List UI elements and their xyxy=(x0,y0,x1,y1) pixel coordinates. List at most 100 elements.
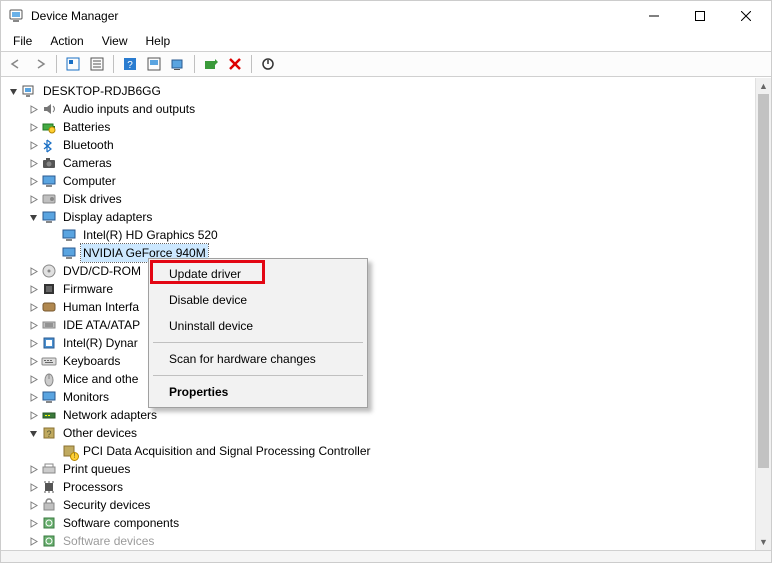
tree-category-cameras[interactable]: Cameras xyxy=(5,154,755,172)
firmware-icon xyxy=(41,281,57,297)
help-button[interactable]: ? xyxy=(119,54,141,74)
toolbar-separator xyxy=(56,55,57,73)
tree-item-label: Software devices xyxy=(61,532,156,550)
tree-category-mice[interactable]: Mice and othe xyxy=(5,370,755,388)
expander-icon[interactable] xyxy=(27,355,39,367)
other-icon: ? xyxy=(41,425,57,441)
tree-category-audio[interactable]: Audio inputs and outputs xyxy=(5,100,755,118)
properties-button[interactable] xyxy=(86,54,108,74)
back-button[interactable] xyxy=(5,54,27,74)
tree-item-label: Processors xyxy=(61,478,125,496)
menu-help[interactable]: Help xyxy=(138,32,179,50)
expander-icon[interactable] xyxy=(27,193,39,205)
display-icon xyxy=(41,209,57,225)
context-properties[interactable]: Properties xyxy=(151,379,365,405)
expander-icon[interactable] xyxy=(27,499,39,511)
expander-icon[interactable] xyxy=(27,175,39,187)
tree-category-bluetooth[interactable]: Bluetooth xyxy=(5,136,755,154)
maximize-button[interactable] xyxy=(677,1,723,31)
expander-icon[interactable] xyxy=(27,535,39,547)
tree-device[interactable]: NVIDIA GeForce 940M xyxy=(5,244,755,262)
horizontal-scrollbar[interactable] xyxy=(1,550,771,562)
batteries-icon xyxy=(41,119,57,135)
window-title: Device Manager xyxy=(31,9,631,23)
tree-category-keyboards[interactable]: Keyboards xyxy=(5,352,755,370)
scan-hardware-button[interactable] xyxy=(167,54,189,74)
expander-icon[interactable] xyxy=(27,427,39,439)
tree-category-security[interactable]: Security devices xyxy=(5,496,755,514)
tree-category-processors[interactable]: Processors xyxy=(5,478,755,496)
expander-icon[interactable] xyxy=(27,409,39,421)
tree-category-computer[interactable]: Computer xyxy=(5,172,755,190)
tree-device[interactable]: Intel(R) HD Graphics 520 xyxy=(5,226,755,244)
expander-icon[interactable] xyxy=(27,319,39,331)
context-uninstall[interactable]: Uninstall device xyxy=(151,313,365,339)
tree-category-printq[interactable]: Print queues xyxy=(5,460,755,478)
tree-category-hid[interactable]: Human Interfa xyxy=(5,298,755,316)
tree-item-label: Display adapters xyxy=(61,208,154,226)
context-update[interactable]: Update driver xyxy=(151,261,365,287)
expander-icon[interactable] xyxy=(27,103,39,115)
tree-device[interactable]: !PCI Data Acquisition and Signal Process… xyxy=(5,442,755,460)
content-area: DESKTOP-RDJB6GGAudio inputs and outputsB… xyxy=(1,77,771,550)
expander-icon[interactable] xyxy=(7,85,19,97)
expander-icon[interactable] xyxy=(27,373,39,385)
tree-root[interactable]: DESKTOP-RDJB6GG xyxy=(5,82,755,100)
minimize-button[interactable] xyxy=(631,1,677,31)
scroll-thumb[interactable] xyxy=(758,94,769,468)
uninstall-button[interactable] xyxy=(224,54,246,74)
ide-icon xyxy=(41,317,57,333)
tree-category-dvd[interactable]: DVD/CD-ROM xyxy=(5,262,755,280)
expander-icon[interactable] xyxy=(27,337,39,349)
tree-category-monitors[interactable]: Monitors xyxy=(5,388,755,406)
display_child-icon xyxy=(61,245,77,261)
vertical-scrollbar[interactable]: ▲ ▼ xyxy=(755,78,771,550)
expander-icon[interactable] xyxy=(27,517,39,529)
dvd-icon xyxy=(41,263,57,279)
expander-icon[interactable] xyxy=(27,463,39,475)
tree-category-network[interactable]: Network adapters xyxy=(5,406,755,424)
expander-icon[interactable] xyxy=(27,139,39,151)
tree-category-ide[interactable]: IDE ATA/ATAP xyxy=(5,316,755,334)
expander-icon[interactable] xyxy=(27,211,39,223)
expander-icon[interactable] xyxy=(47,445,59,457)
expander-icon[interactable] xyxy=(27,283,39,295)
security-icon xyxy=(41,497,57,513)
tree-category-other[interactable]: ?Other devices xyxy=(5,424,755,442)
tree-category-dynamic[interactable]: Intel(R) Dynar xyxy=(5,334,755,352)
expander-icon[interactable] xyxy=(27,157,39,169)
scroll-track[interactable] xyxy=(756,94,771,534)
menu-file[interactable]: File xyxy=(5,32,40,50)
toolbar-separator xyxy=(113,55,114,73)
scroll-up-icon[interactable]: ▲ xyxy=(756,78,771,94)
add-legacy-button[interactable] xyxy=(200,54,222,74)
bluetooth-icon xyxy=(41,137,57,153)
expander-icon[interactable] xyxy=(47,247,59,259)
menu-view[interactable]: View xyxy=(94,32,136,50)
tree-category-firmware[interactable]: Firmware xyxy=(5,280,755,298)
update-driver-button[interactable] xyxy=(143,54,165,74)
enable-button[interactable] xyxy=(257,54,279,74)
tree-category-softcomp[interactable]: Software components xyxy=(5,514,755,532)
tree-category-disk[interactable]: Disk drives xyxy=(5,190,755,208)
close-button[interactable] xyxy=(723,1,769,31)
context-scan[interactable]: Scan for hardware changes xyxy=(151,346,365,372)
expander-icon[interactable] xyxy=(27,121,39,133)
expander-icon[interactable] xyxy=(47,229,59,241)
tree-category-batteries[interactable]: Batteries xyxy=(5,118,755,136)
expander-icon[interactable] xyxy=(27,481,39,493)
scroll-down-icon[interactable]: ▼ xyxy=(756,534,771,550)
tree-category-softdev[interactable]: Software devices xyxy=(5,532,755,550)
tree-category-display[interactable]: Display adapters xyxy=(5,208,755,226)
context-disable[interactable]: Disable device xyxy=(151,287,365,313)
device-tree[interactable]: DESKTOP-RDJB6GGAudio inputs and outputsB… xyxy=(5,82,755,550)
show-hidden-button[interactable] xyxy=(62,54,84,74)
hid-icon xyxy=(41,299,57,315)
forward-button[interactable] xyxy=(29,54,51,74)
tree-item-label: Human Interfa xyxy=(61,298,141,316)
menu-action[interactable]: Action xyxy=(42,32,91,50)
expander-icon[interactable] xyxy=(27,265,39,277)
expander-icon[interactable] xyxy=(27,301,39,313)
expander-icon[interactable] xyxy=(27,391,39,403)
app-icon xyxy=(9,8,25,24)
